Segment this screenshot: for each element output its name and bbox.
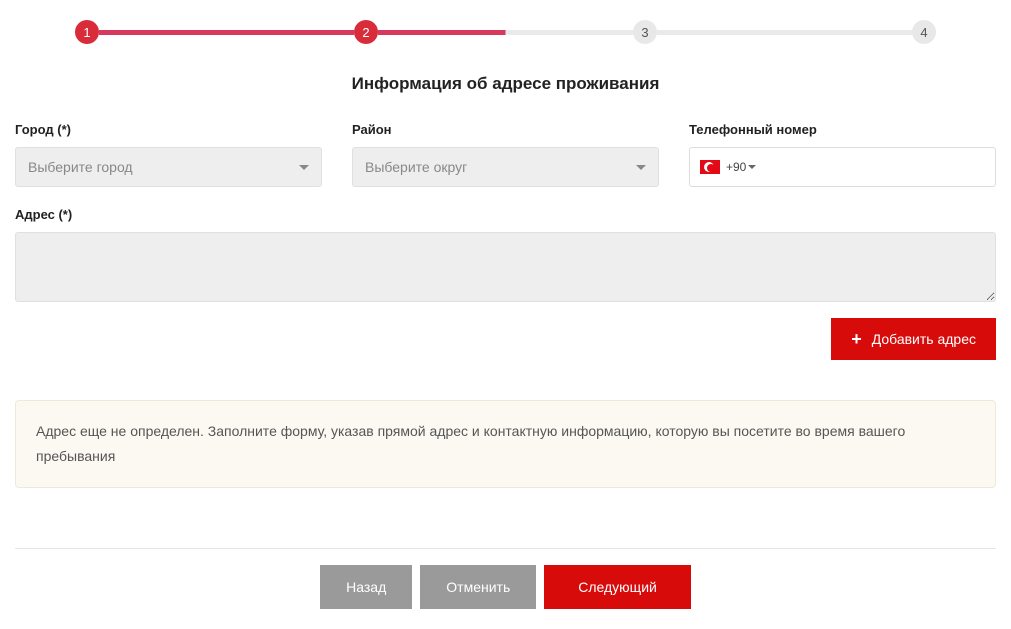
add-address-button[interactable]: + Добавить адрес	[831, 318, 996, 360]
stepper-bar-2	[378, 30, 633, 35]
address-textarea[interactable]	[15, 232, 996, 302]
stepper: 1 2 3 4	[75, 20, 936, 44]
page-title: Информация об адресе проживания	[15, 74, 996, 94]
plus-icon: +	[851, 330, 862, 348]
chevron-down-icon[interactable]	[748, 165, 756, 169]
phone-input[interactable]	[764, 148, 985, 186]
step-1[interactable]: 1	[75, 20, 99, 44]
stepper-bar-3	[657, 30, 912, 35]
divider	[15, 548, 996, 549]
phone-label: Телефонный номер	[689, 122, 996, 137]
city-label: Город (*)	[15, 122, 322, 137]
stepper-bar-1	[99, 30, 354, 35]
district-placeholder: Выберите округ	[365, 159, 467, 175]
cancel-button[interactable]: Отменить	[420, 565, 536, 609]
step-3: 3	[633, 20, 657, 44]
footer-buttons: Назад Отменить Следующий	[15, 565, 996, 629]
phone-code: +90	[726, 160, 746, 174]
city-placeholder: Выберите город	[28, 159, 133, 175]
alert-message: Адрес еще не определен. Заполните форму,…	[15, 400, 996, 488]
step-4: 4	[912, 20, 936, 44]
step-2[interactable]: 2	[354, 20, 378, 44]
back-button[interactable]: Назад	[320, 565, 412, 609]
chevron-down-icon	[636, 165, 646, 170]
add-address-label: Добавить адрес	[872, 331, 976, 347]
district-select[interactable]: Выберите округ	[352, 147, 659, 187]
phone-field[interactable]: +90	[689, 147, 996, 187]
flag-turkey-icon	[700, 160, 720, 174]
next-button[interactable]: Следующий	[544, 565, 691, 609]
district-label: Район	[352, 122, 659, 137]
address-label: Адрес (*)	[15, 207, 996, 222]
city-select[interactable]: Выберите город	[15, 147, 322, 187]
chevron-down-icon	[299, 165, 309, 170]
